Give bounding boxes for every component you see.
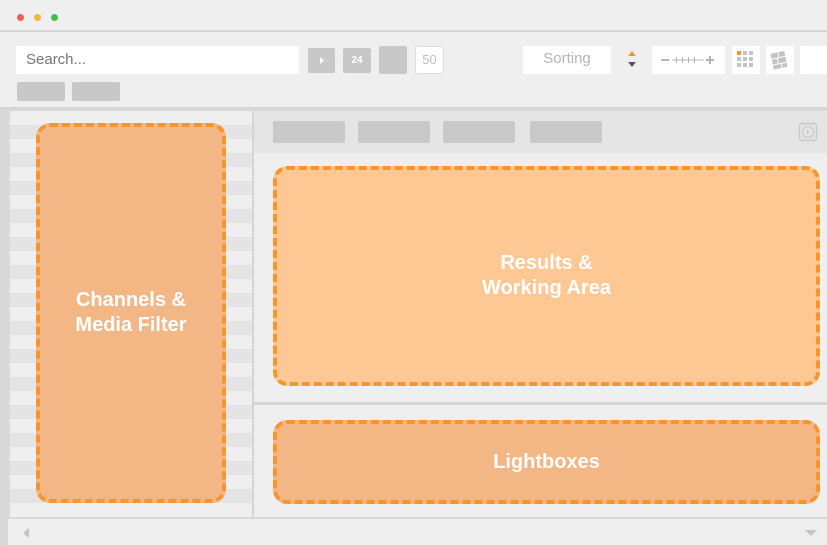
- results-tab-1[interactable]: [273, 121, 345, 143]
- results-area: Results & Working Area: [254, 153, 827, 402]
- sidebar-row: [10, 503, 252, 517]
- mosaic-view-button[interactable]: [766, 46, 794, 74]
- grid-view-button[interactable]: [732, 46, 760, 74]
- sorting-dropdown[interactable]: Sorting: [523, 46, 611, 74]
- results-working-area-zone: Results & Working Area: [273, 166, 820, 386]
- results-tab-4[interactable]: [530, 121, 602, 143]
- sort-arrows-icon: [628, 51, 636, 67]
- channels-media-filter-label: Channels & Media Filter: [75, 289, 187, 336]
- toolbar-secondary-button-2[interactable]: [72, 82, 120, 101]
- channels-media-filter-zone: Channels & Media Filter: [36, 123, 226, 503]
- sidebar: Channels & Media Filter: [10, 111, 252, 517]
- play-icon: [320, 57, 324, 64]
- results-working-area-label: Results & Working Area: [482, 252, 611, 299]
- mosaic-view-icon: [770, 50, 788, 70]
- results-tab-3[interactable]: [443, 121, 515, 143]
- minimize-window-button[interactable]: [34, 14, 41, 21]
- app-window: 24 50 Sorting: [0, 0, 827, 545]
- bottom-scrollbar[interactable]: [8, 519, 827, 545]
- circle-play-icon: [798, 122, 818, 142]
- page-size-24-button[interactable]: 24: [343, 48, 371, 73]
- search-input[interactable]: [16, 46, 299, 74]
- toolbar-secondary-button-1[interactable]: [17, 82, 65, 101]
- lightboxes-label: Lightboxes: [493, 450, 600, 473]
- lightboxes-panel: Lightboxes: [254, 405, 827, 517]
- title-bar: [0, 0, 827, 32]
- toolbar: 24 50 Sorting: [0, 32, 827, 109]
- results-header: [254, 111, 827, 153]
- play-button[interactable]: [308, 48, 335, 73]
- page-size-50-button[interactable]: 50: [415, 46, 444, 74]
- scroll-down-icon[interactable]: [804, 529, 818, 537]
- blank-toolbar-button[interactable]: [379, 46, 407, 74]
- maximize-window-button[interactable]: [51, 14, 58, 21]
- lightboxes-zone: Lightboxes: [273, 420, 820, 504]
- zoom-slider[interactable]: [652, 46, 725, 74]
- results-tab-2[interactable]: [358, 121, 430, 143]
- sort-order-toggle[interactable]: [624, 48, 640, 72]
- close-window-button[interactable]: [17, 14, 24, 21]
- toolbar-extra-field[interactable]: [800, 46, 827, 74]
- zoom-slider-icon: [661, 56, 714, 64]
- scroll-left-icon[interactable]: [22, 527, 30, 539]
- grid-view-icon: [737, 51, 753, 67]
- info-button[interactable]: [798, 122, 818, 142]
